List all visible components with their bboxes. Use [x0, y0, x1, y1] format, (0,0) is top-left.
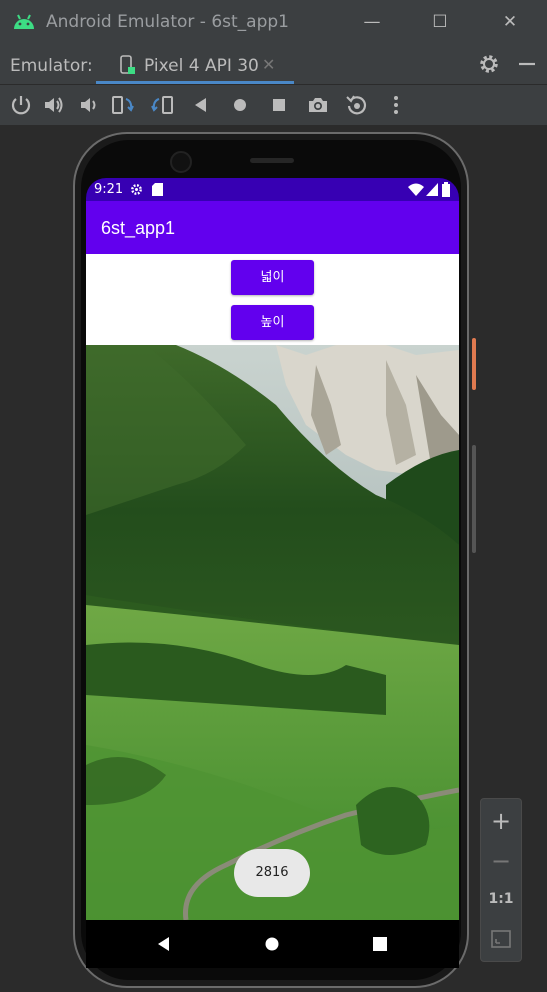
battery-icon [442, 182, 450, 197]
sd-card-icon [152, 183, 163, 196]
emulator-label: Emulator: [10, 56, 93, 76]
maximize-button[interactable]: ☐ [428, 10, 452, 34]
minimize-button[interactable]: — [360, 10, 384, 34]
android-logo-icon [14, 14, 34, 29]
device-icon [120, 55, 135, 74]
status-bar: 9:21 [86, 178, 459, 201]
front-camera [170, 151, 192, 173]
device-screen: 9:21 6st_app1 넓이 높이 2816 [86, 178, 459, 968]
volume-down-icon[interactable] [76, 93, 100, 117]
back-icon[interactable] [189, 93, 213, 117]
toast-message: 2816 [234, 849, 310, 897]
more-icon[interactable] [384, 93, 408, 117]
gear-icon[interactable] [478, 53, 500, 75]
emulator-toolbar [0, 85, 547, 126]
tab-label: Pixel 4 API 30 [144, 56, 259, 76]
rotate-left-icon[interactable] [111, 93, 135, 117]
nav-back-icon[interactable] [156, 936, 172, 952]
minimize-panel-icon[interactable] [516, 53, 538, 75]
rotate-right-icon[interactable] [150, 93, 174, 117]
power-icon[interactable] [9, 93, 33, 117]
overview-icon[interactable] [267, 93, 291, 117]
nav-overview-icon[interactable] [373, 937, 387, 951]
snapshot-icon[interactable] [345, 93, 369, 117]
button-area: 넓이 높이 [86, 254, 459, 345]
tab-pixel4[interactable]: Pixel 4 API 30 ✕ [96, 44, 294, 84]
window-titlebar: Android Emulator - 6st_app1 — ☐ ✕ [0, 0, 547, 44]
signal-icon [426, 183, 438, 196]
wifi-icon [408, 183, 424, 196]
settings-status-icon [131, 184, 142, 195]
window-title: Android Emulator - 6st_app1 [46, 12, 289, 32]
volume-up-icon[interactable] [42, 93, 66, 117]
app-title: 6st_app1 [101, 218, 176, 238]
app-bar: 6st_app1 [86, 201, 459, 254]
power-side-button[interactable] [472, 338, 476, 390]
status-time: 9:21 [94, 182, 124, 197]
emulator-tabbar: Emulator: Pixel 4 API 30 ✕ [0, 44, 547, 85]
zoom-out-button[interactable]: − [481, 847, 521, 875]
close-button[interactable]: ✕ [498, 10, 522, 34]
navigation-bar [86, 920, 459, 968]
fit-screen-icon[interactable] [491, 929, 511, 949]
width-button[interactable]: 넓이 [231, 260, 314, 295]
zoom-in-button[interactable]: + [481, 807, 521, 835]
tab-close-icon[interactable]: ✕ [262, 55, 275, 74]
earpiece-speaker [250, 158, 294, 163]
zoom-1to1-button[interactable]: 1:1 [481, 891, 521, 907]
landscape-image [86, 345, 459, 920]
volume-side-button[interactable] [472, 445, 476, 553]
tab-underline [96, 81, 294, 84]
screenshot-icon[interactable] [306, 93, 330, 117]
zoom-panel: + − 1:1 [480, 798, 522, 962]
height-button[interactable]: 높이 [231, 305, 314, 340]
nav-home-icon[interactable] [265, 937, 279, 951]
home-icon[interactable] [228, 93, 252, 117]
